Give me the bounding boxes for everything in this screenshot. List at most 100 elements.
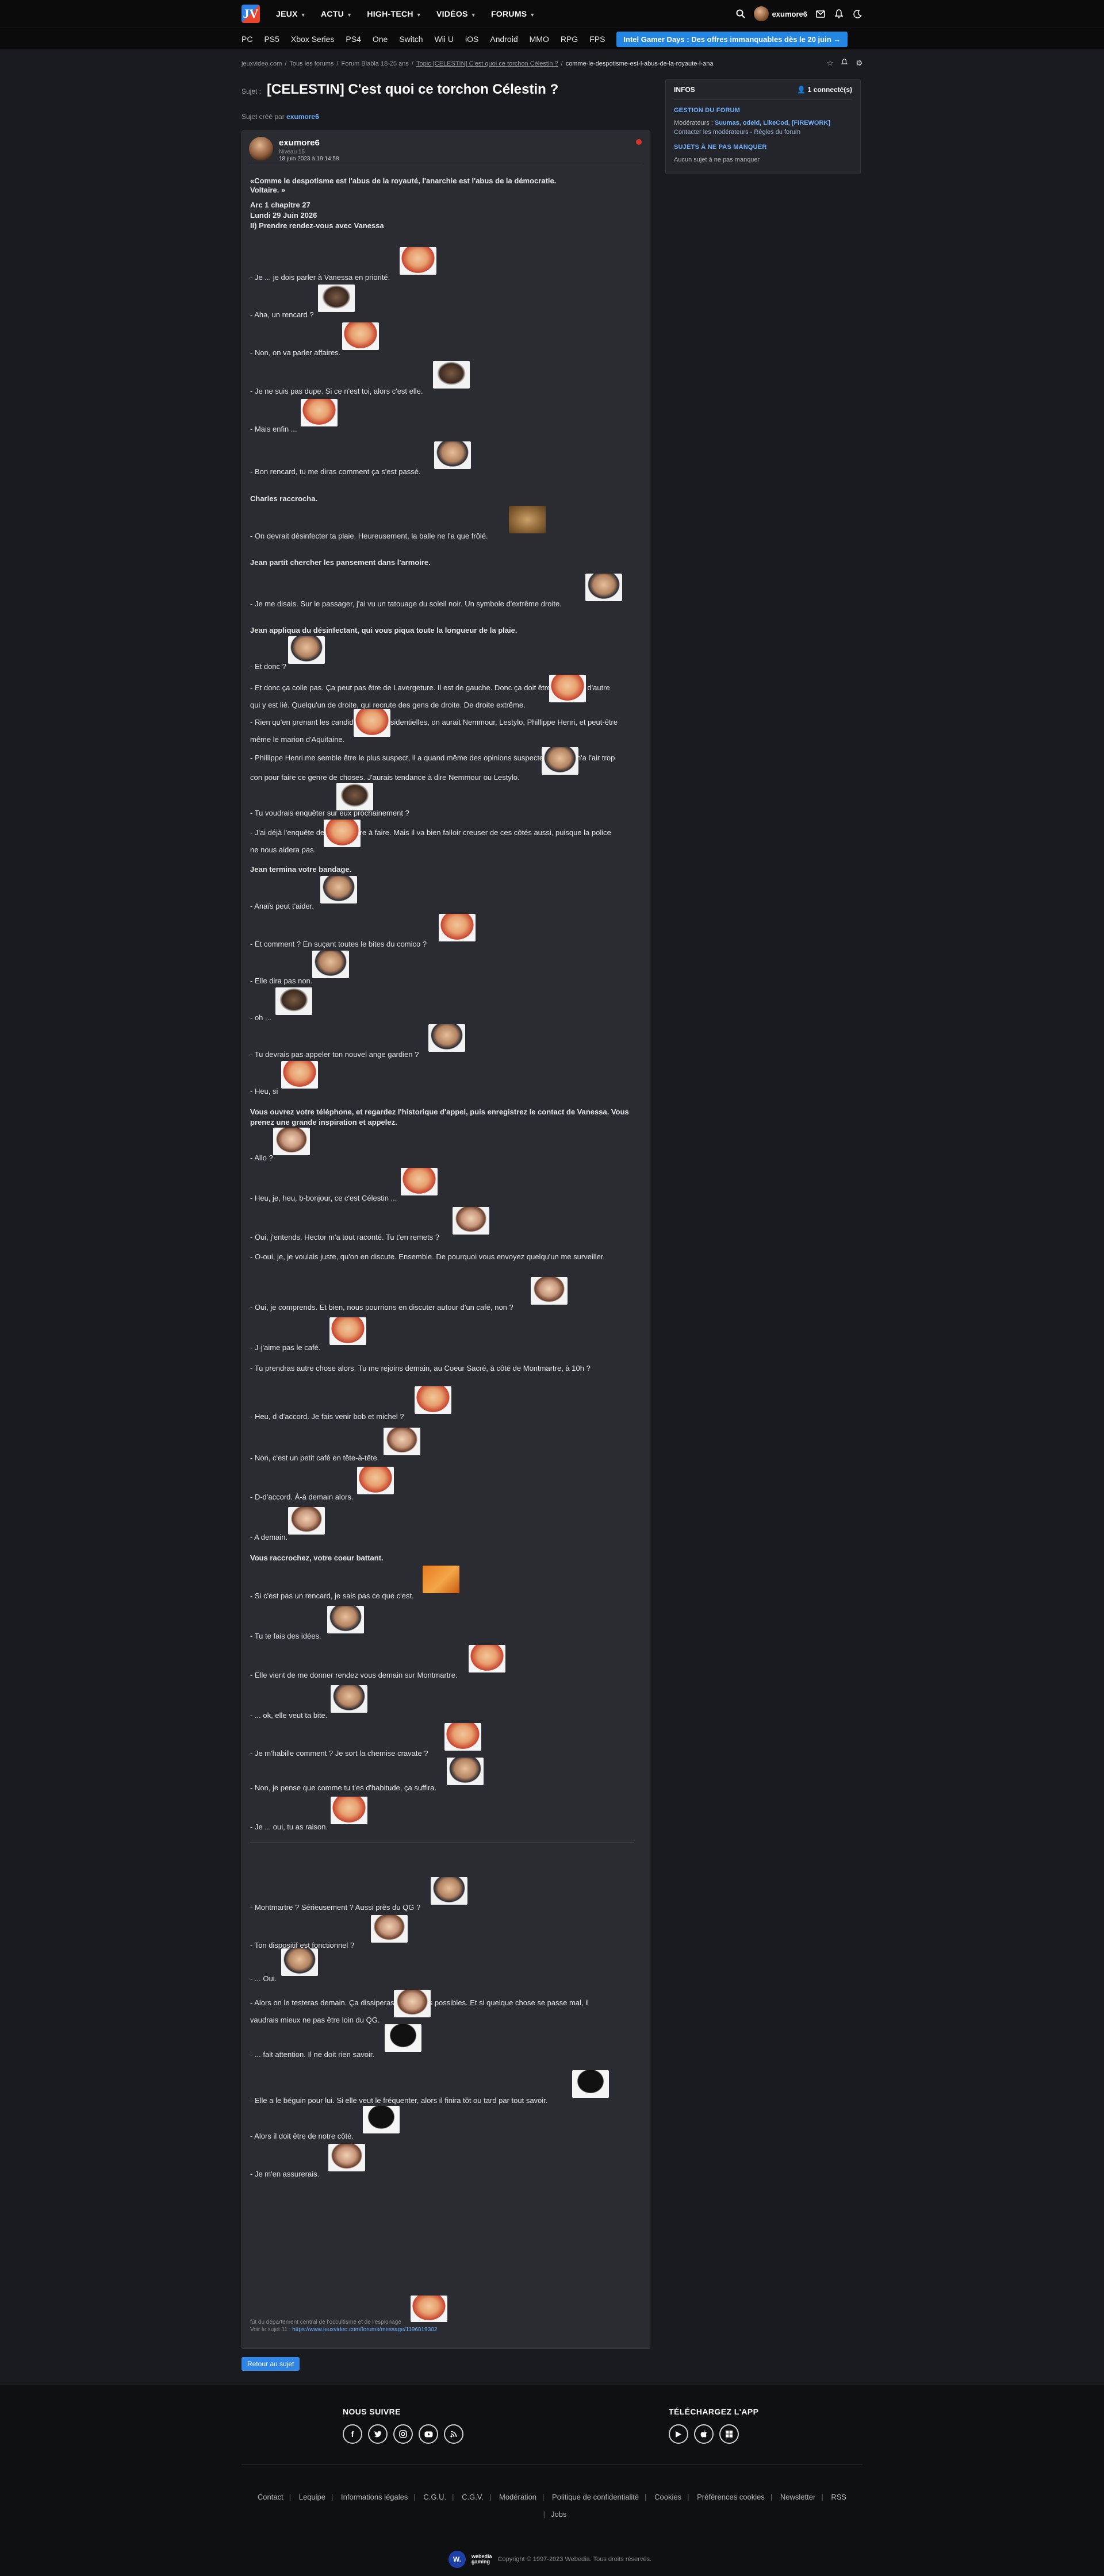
author-name[interactable]: exumore6 bbox=[279, 138, 320, 148]
post-line: - Je m'en assurerais. bbox=[250, 2170, 320, 2178]
breadcrumb-topic[interactable]: Topic [CELESTIN] C'est quoi ce torchon C… bbox=[416, 60, 558, 67]
settings-icon[interactable]: ⚙ bbox=[856, 59, 862, 68]
sticker-image bbox=[342, 322, 379, 350]
post-line: con pour faire ce genre de choses. J'aur… bbox=[250, 773, 520, 782]
sticker-image bbox=[312, 951, 349, 978]
contact-moderators-link[interactable]: Contacter les modérateurs - Règles du fo… bbox=[674, 128, 852, 137]
sticker-image bbox=[354, 709, 390, 737]
webedia-logo: W. bbox=[448, 2551, 466, 2568]
sidebar-section-must-see: SUJETS À NE PAS MANQUER bbox=[674, 144, 767, 151]
footer-link-privacy[interactable]: Politique de confidentialité bbox=[552, 2493, 639, 2501]
post-line: - Et donc ? bbox=[250, 662, 286, 671]
instagram-icon[interactable] bbox=[393, 2424, 413, 2444]
post-line: ne nous aidera pas. bbox=[250, 845, 316, 854]
footer-link-rss[interactable]: RSS bbox=[831, 2493, 846, 2501]
android-icon[interactable] bbox=[669, 2424, 688, 2444]
facebook-icon[interactable]: f bbox=[343, 2424, 362, 2444]
sticker-image bbox=[371, 1915, 408, 1943]
platform-one[interactable]: One bbox=[373, 34, 388, 44]
post-line: - J-j'aime pas le café. bbox=[250, 1343, 321, 1352]
platform-ios[interactable]: iOS bbox=[465, 34, 478, 44]
breadcrumb-all-forums[interactable]: Tous les forums bbox=[289, 60, 334, 67]
sticker-image bbox=[509, 506, 546, 533]
rss-icon[interactable] bbox=[444, 2424, 463, 2444]
back-to-topic-button[interactable]: Retour au sujet bbox=[241, 2357, 300, 2371]
platform-ps5[interactable]: PS5 bbox=[264, 34, 279, 44]
nav-videos[interactable]: VIDÉOS ▼ bbox=[436, 9, 476, 18]
platform-ps4[interactable]: PS4 bbox=[346, 34, 361, 44]
footer-link-cookie-prefs[interactable]: Préférences cookies bbox=[697, 2493, 765, 2501]
footer-link-newsletter[interactable]: Newsletter bbox=[780, 2493, 815, 2501]
star-icon[interactable]: ☆ bbox=[827, 59, 834, 68]
post-line: vaudrais mieux ne pas être loin du QG. bbox=[250, 2016, 380, 2024]
platform-rpg[interactable]: RPG bbox=[561, 34, 578, 44]
sticker-image bbox=[400, 247, 436, 275]
platform-android[interactable]: Android bbox=[490, 34, 518, 44]
post-line: - Alors il doit être de notre côté. bbox=[250, 2132, 354, 2140]
platform-wii-u[interactable]: Wii U bbox=[435, 34, 454, 44]
post-line: Voltaire. » bbox=[250, 186, 286, 194]
footer-link-contact[interactable]: Contact bbox=[258, 2493, 283, 2501]
nav-forums[interactable]: FORUMS ▼ bbox=[491, 9, 535, 18]
sticker-image bbox=[585, 574, 622, 601]
sticker-image bbox=[301, 399, 338, 426]
platform-xbox-series[interactable]: Xbox Series bbox=[291, 34, 334, 44]
follow-heading: NOUS SUIVRE bbox=[343, 2407, 401, 2416]
sticker-image bbox=[324, 820, 361, 847]
sticker-image bbox=[318, 284, 355, 312]
apple-icon[interactable] bbox=[694, 2424, 714, 2444]
footer-link-lequipe[interactable]: Lequipe bbox=[299, 2493, 325, 2501]
dark-mode-icon[interactable] bbox=[852, 9, 862, 19]
moderators-links[interactable]: Suumas, odeid, LikeCod, [FIREWORK] bbox=[715, 120, 830, 126]
post-date[interactable]: 18 juin 2023 à 19:14:58 bbox=[279, 156, 339, 162]
mail-icon[interactable] bbox=[815, 9, 826, 19]
breadcrumb-forum[interactable]: Forum Blabla 18-25 ans bbox=[341, 60, 408, 67]
creator-link[interactable]: exumore6 bbox=[286, 113, 319, 121]
bell-icon[interactable] bbox=[834, 9, 844, 19]
nav-jeux[interactable]: JEUX ▼ bbox=[276, 9, 306, 18]
twitter-icon[interactable] bbox=[368, 2424, 388, 2444]
main-nav: JEUX ▼ ACTU ▼ HIGH-TECH ▼ VIDÉOS ▼ FORUMS ▼ bbox=[276, 9, 535, 18]
footer-link-legal[interactable]: Informations légales bbox=[341, 2493, 408, 2501]
footer-link-jobs[interactable]: Jobs bbox=[551, 2510, 566, 2519]
sticker-image bbox=[288, 1507, 325, 1535]
platform-mmo[interactable]: MMO bbox=[530, 34, 549, 44]
footer-link-cgu[interactable]: C.G.U. bbox=[423, 2493, 446, 2501]
post-signature: fût du département central de l'occultis… bbox=[250, 2319, 437, 2333]
windows-icon[interactable] bbox=[719, 2424, 739, 2444]
footer-link-moderation[interactable]: Modération bbox=[499, 2493, 536, 2501]
search-icon[interactable] bbox=[735, 9, 746, 19]
sticker-image bbox=[328, 2144, 365, 2171]
footer: NOUS SUIVRE f TÉLÉCHARGEZ L'APP Contact |… bbox=[0, 2385, 1104, 2576]
nav-high-tech[interactable]: HIGH-TECH ▼ bbox=[367, 9, 421, 18]
author-avatar[interactable] bbox=[249, 137, 273, 161]
breadcrumb: jeuxvideo.com / Tous les forums / Forum Bl… bbox=[241, 59, 862, 68]
footer-link-cgv[interactable]: C.G.V. bbox=[462, 2493, 484, 2501]
post-line: - Aha, un rencard ? bbox=[250, 310, 314, 319]
post-line: prenez une grande inspiration et appelez… bbox=[250, 1118, 397, 1126]
signature-link[interactable]: https://www.jeuxvideo.com/forums/message… bbox=[292, 2327, 437, 2333]
platform-fps[interactable]: FPS bbox=[589, 34, 605, 44]
user-menu[interactable]: exumore6 bbox=[753, 6, 807, 21]
bell-outline-icon[interactable] bbox=[841, 59, 848, 68]
jv-logo[interactable]: JV bbox=[241, 5, 260, 23]
post-line: - Non, c'est un petit café en tête-à-têt… bbox=[250, 1454, 379, 1462]
footer-link-cookies[interactable]: Cookies bbox=[654, 2493, 681, 2501]
app-heading: TÉLÉCHARGEZ L'APP bbox=[669, 2407, 759, 2416]
subject-creator: Sujet créé par exumore6 bbox=[241, 113, 319, 121]
post-line: - Allo ? bbox=[250, 1154, 273, 1162]
sticker-image bbox=[331, 1797, 367, 1824]
creator-label: Sujet créé par bbox=[241, 113, 285, 121]
nav-actu[interactable]: ACTU ▼ bbox=[321, 9, 352, 18]
post-line: - Heu, je, heu, b-bonjour, ce c'est Céle… bbox=[250, 1194, 397, 1202]
promo-banner[interactable]: Intel Gamer Days : Des offres immanquabl… bbox=[616, 31, 848, 47]
post-line: Vous raccrochez, votre coeur battant. bbox=[250, 1554, 384, 1562]
sticker-image bbox=[275, 987, 312, 1015]
platform-switch[interactable]: Switch bbox=[399, 34, 423, 44]
username: exumore6 bbox=[772, 9, 807, 18]
youtube-icon[interactable] bbox=[419, 2424, 438, 2444]
platform-pc[interactable]: PC bbox=[241, 34, 252, 44]
report-icon[interactable] bbox=[636, 139, 642, 145]
breadcrumb-home[interactable]: jeuxvideo.com bbox=[241, 60, 282, 67]
sticker-image bbox=[273, 1128, 310, 1155]
